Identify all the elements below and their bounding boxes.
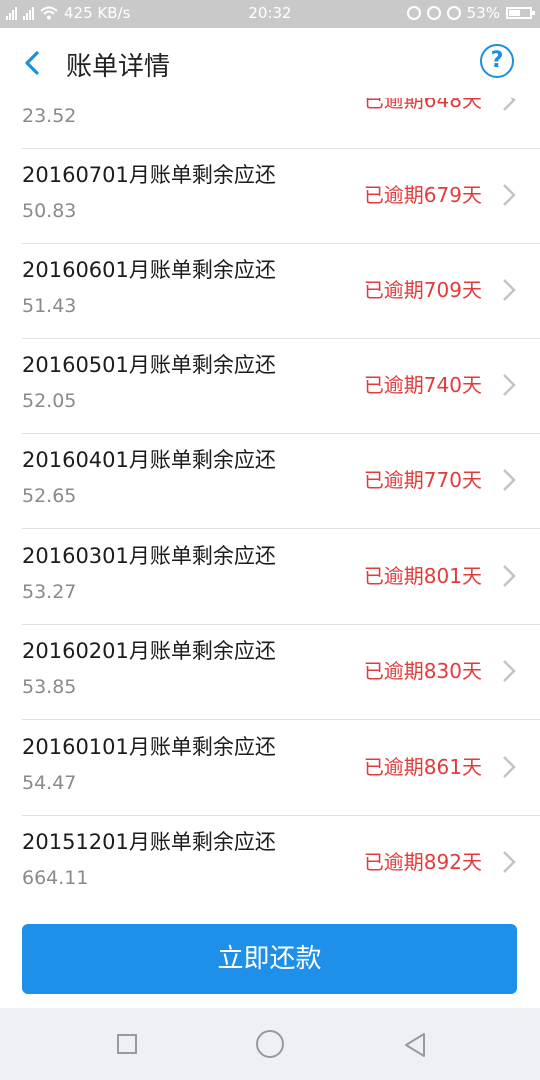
overdue-status: 已逾期892天 bbox=[363, 850, 482, 874]
chevron-right-icon bbox=[503, 374, 516, 396]
chevron-right-icon bbox=[503, 756, 516, 778]
bill-list: 23.52 已逾期648天 20160701月账单剩余应还 50.83 已逾期6… bbox=[0, 98, 540, 910]
overdue-status: 已逾期801天 bbox=[363, 564, 482, 588]
overdue-status: 已逾期709天 bbox=[363, 278, 482, 302]
back-arrow-icon[interactable] bbox=[18, 48, 48, 78]
rotation-lock-icon bbox=[426, 6, 441, 20]
battery-icon bbox=[506, 7, 535, 19]
home-icon[interactable] bbox=[256, 1030, 284, 1058]
chevron-right-icon bbox=[503, 851, 516, 873]
chevron-right-icon bbox=[503, 660, 516, 682]
bill-label: 20160401月账单剩余应还 bbox=[22, 448, 276, 472]
bill-amount: 51.43 bbox=[22, 295, 77, 317]
app-header: 账单详情 ? bbox=[0, 28, 540, 98]
bill-amount: 23.52 bbox=[22, 105, 77, 127]
chevron-right-icon bbox=[503, 469, 516, 491]
system-nav-bar bbox=[0, 1008, 540, 1080]
bill-row[interactable]: 23.52 已逾期648天 bbox=[22, 98, 540, 149]
bill-row[interactable]: 20160601月账单剩余应还 51.43 已逾期709天 bbox=[22, 244, 540, 339]
bill-row[interactable]: 20160701月账单剩余应还 50.83 已逾期679天 bbox=[22, 149, 540, 244]
bill-label: 20160501月账单剩余应还 bbox=[22, 353, 276, 377]
bill-amount: 664.11 bbox=[22, 867, 89, 889]
bill-amount: 53.85 bbox=[22, 676, 77, 698]
bill-amount: 52.05 bbox=[22, 390, 77, 412]
chevron-right-icon bbox=[503, 98, 516, 111]
overdue-status: 已逾期770天 bbox=[363, 468, 482, 492]
bill-label: 20160701月账单剩余应还 bbox=[22, 163, 276, 187]
bill-label: 20160101月账单剩余应还 bbox=[22, 735, 276, 759]
bill-label: 20160201月账单剩余应还 bbox=[22, 639, 276, 663]
bill-label: 20160301月账单剩余应还 bbox=[22, 544, 276, 568]
bill-amount: 54.47 bbox=[22, 772, 77, 794]
help-icon[interactable]: ? bbox=[480, 44, 514, 78]
overdue-status: 已逾期861天 bbox=[363, 755, 482, 779]
bill-amount: 50.83 bbox=[22, 200, 77, 222]
bill-row[interactable]: 20160501月账单剩余应还 52.05 已逾期740天 bbox=[22, 339, 540, 434]
bill-label: 20160601月账单剩余应还 bbox=[22, 258, 276, 282]
bill-row[interactable]: 20160101月账单剩余应还 54.47 已逾期861天 bbox=[22, 721, 540, 816]
status-right: 53% bbox=[406, 4, 535, 22]
bill-label: 20151201月账单剩余应还 bbox=[22, 830, 276, 854]
back-triangle-icon[interactable] bbox=[402, 1032, 428, 1058]
overdue-status: 已逾期679天 bbox=[363, 183, 482, 207]
chevron-right-icon bbox=[503, 279, 516, 301]
page-title: 账单详情 bbox=[66, 52, 171, 82]
bill-row[interactable]: 20160201月账单剩余应还 53.85 已逾期830天 bbox=[22, 625, 540, 720]
overdue-status: 已逾期740天 bbox=[363, 373, 482, 397]
bill-amount: 53.27 bbox=[22, 581, 77, 603]
overdue-status: 已逾期830天 bbox=[363, 659, 482, 683]
shield-icon bbox=[406, 6, 421, 20]
battery-percent: 53% bbox=[466, 4, 500, 22]
chevron-right-icon bbox=[503, 565, 516, 587]
bill-amount: 52.65 bbox=[22, 485, 77, 507]
overdue-status: 已逾期648天 bbox=[363, 98, 482, 112]
bill-row[interactable]: 20151201月账单剩余应还 664.11 已逾期892天 bbox=[22, 816, 540, 910]
pay-now-button[interactable]: 立即还款 bbox=[22, 924, 517, 994]
bill-row[interactable]: 20160301月账单剩余应还 53.27 已逾期801天 bbox=[22, 530, 540, 625]
alarm-icon bbox=[446, 6, 461, 20]
chevron-right-icon bbox=[503, 184, 516, 206]
status-bar: 425 KB/s 20:32 53% bbox=[0, 0, 540, 28]
bill-row[interactable]: 20160401月账单剩余应还 52.65 已逾期770天 bbox=[22, 434, 540, 529]
recent-apps-icon[interactable] bbox=[117, 1034, 137, 1054]
